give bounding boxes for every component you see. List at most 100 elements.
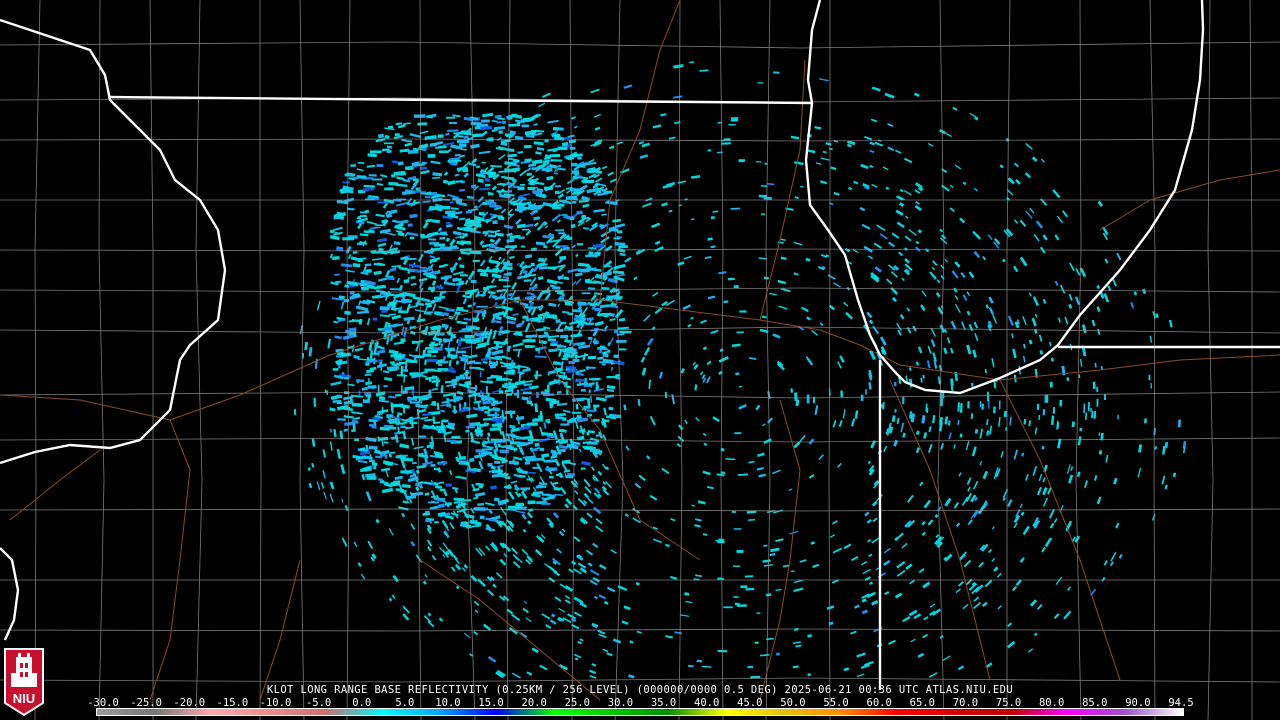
echo-pixel — [613, 237, 621, 240]
echo-pixel — [707, 149, 712, 152]
echo-pixel — [427, 395, 432, 399]
echo-pixel — [587, 336, 593, 340]
echo-pixel — [545, 419, 551, 423]
echo-pixel — [413, 114, 426, 118]
echo-pixel — [733, 596, 739, 598]
echo-pixel — [560, 321, 567, 325]
echo-pixel — [1079, 427, 1083, 432]
echo-pixel — [733, 565, 741, 567]
echo-pixel — [541, 167, 553, 172]
echo-pixel — [352, 263, 361, 268]
echo-pixel — [731, 511, 736, 513]
echo-pixel — [415, 187, 421, 190]
echo-pixel — [394, 366, 400, 370]
echo-pixel — [458, 456, 467, 460]
echo-pixel — [553, 133, 561, 137]
volume-info: (000000/0000 — [636, 684, 718, 696]
echo-pixel — [427, 350, 438, 354]
echo-pixel — [545, 459, 556, 463]
echo-pixel — [1083, 403, 1086, 414]
echo-pixel — [596, 252, 601, 255]
echo-pixel — [366, 394, 371, 397]
echo-pixel — [425, 519, 430, 523]
echo-pixel — [558, 232, 565, 235]
echo-pixel — [1096, 386, 1099, 393]
echo-pixel — [427, 154, 436, 158]
echo-pixel — [981, 403, 984, 410]
echo-pixel — [335, 280, 342, 284]
echo-pixel — [498, 130, 503, 134]
echo-pixel — [902, 396, 905, 405]
echo-pixel — [494, 460, 501, 464]
echo-pixel — [522, 207, 531, 210]
echo-pixel — [723, 606, 733, 609]
echo-pixel — [432, 176, 441, 179]
echo-pixel — [520, 487, 530, 490]
echo-pixel — [568, 360, 576, 364]
echo-pixel — [535, 485, 544, 489]
echo-pixel — [409, 421, 418, 425]
echo-pixel — [740, 585, 748, 589]
echo-pixel — [443, 181, 450, 184]
echo-pixel — [520, 245, 526, 248]
echo-pixel — [495, 439, 507, 443]
echo-pixel — [405, 166, 414, 171]
echo-pixel — [1059, 399, 1063, 407]
echo-pixel — [372, 317, 378, 321]
echo-pixel — [495, 421, 505, 424]
echo-pixel — [527, 500, 536, 505]
echo-pixel — [554, 190, 560, 195]
echo-pixel — [457, 135, 464, 138]
echo-pixel — [376, 164, 384, 168]
niu-logo: NIU — [4, 648, 44, 717]
echo-pixel — [524, 461, 531, 465]
echo-pixel — [381, 310, 387, 313]
echo-pixel — [533, 418, 543, 422]
echo-pixel — [469, 422, 475, 426]
echo-pixel — [727, 277, 735, 281]
echo-pixel — [585, 366, 596, 369]
echo-pixel — [457, 139, 469, 144]
echo-pixel — [403, 369, 408, 372]
echo-pixel — [547, 314, 557, 319]
echo-pixel — [455, 360, 460, 365]
echo-pixel — [987, 391, 989, 402]
echo-pixel — [394, 133, 400, 137]
echo-pixel — [407, 223, 413, 227]
echo-pixel — [522, 315, 529, 319]
echo-pixel — [355, 379, 365, 383]
echo-pixel — [487, 413, 495, 417]
echo-pixel — [481, 397, 493, 401]
echo-pixel — [459, 264, 465, 269]
echo-pixel — [443, 246, 452, 251]
echo-pixel — [508, 148, 515, 152]
echo-pixel — [361, 286, 369, 291]
echo-pixel — [734, 432, 742, 435]
echo-pixel — [412, 178, 419, 182]
echo-pixel — [431, 496, 437, 498]
echo-pixel — [440, 276, 449, 280]
echo-pixel — [465, 376, 471, 380]
echo-pixel — [459, 374, 465, 377]
echo-pixel — [359, 215, 367, 218]
echo-pixel — [445, 483, 452, 487]
echo-pixel — [485, 183, 491, 187]
echo-pixel — [794, 392, 798, 401]
echo-pixel — [587, 355, 597, 360]
echo-pixel — [522, 228, 530, 231]
echo-pixel — [558, 429, 565, 432]
echo-pixel — [571, 162, 578, 167]
echo-pixel — [462, 168, 469, 173]
echo-pixel — [496, 378, 508, 381]
product-caption: KLOT LONG RANGE BASE REFLECTIVITY (0.25K… — [0, 684, 1280, 696]
echo-pixel — [496, 183, 507, 186]
echo-pixel — [733, 528, 742, 530]
echo-pixel — [776, 652, 780, 656]
echo-pixel — [423, 311, 434, 314]
echo-pixel — [370, 150, 382, 154]
echo-pixel — [567, 348, 577, 352]
echo-pixel — [472, 259, 480, 263]
echo-pixel — [993, 406, 996, 414]
echo-pixel — [557, 127, 564, 131]
echo-pixel — [430, 464, 436, 467]
